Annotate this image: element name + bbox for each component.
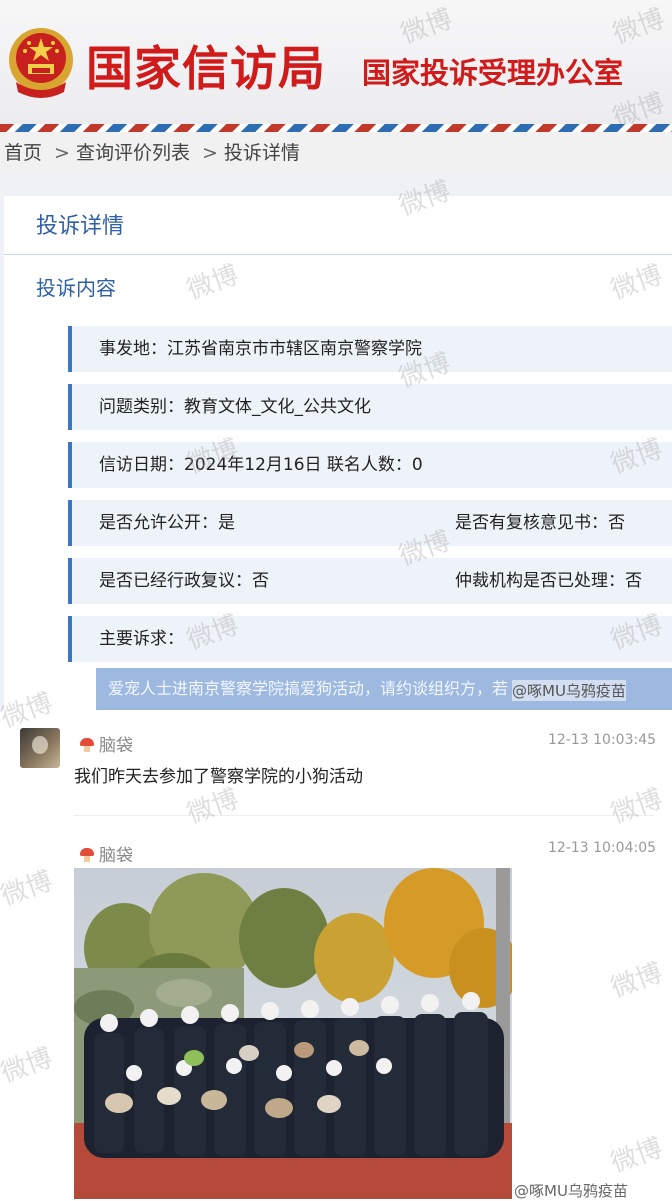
site-title: 国家信访局 xyxy=(86,42,326,97)
comment-time: 12-13 10:04:05 xyxy=(548,840,657,856)
mushroom-icon xyxy=(80,848,94,862)
comment-author[interactable]: 脑袋 xyxy=(80,731,133,756)
row-label: 信访日期：2024年12月16日 联名人数：0 xyxy=(99,455,423,475)
watermark: 微博 xyxy=(397,3,457,50)
comment-photo[interactable] xyxy=(74,868,512,1199)
comment-divider xyxy=(74,815,654,816)
detail-row-public: 是否允许公开：是 是否有复核意见书：否 xyxy=(68,500,672,546)
detail-row-location: 事发地：江苏省南京市市辖区南京警察学院 xyxy=(68,326,672,372)
comment-author-name: 脑袋 xyxy=(99,736,133,756)
watermark: 微博 xyxy=(609,3,669,50)
row-right-label: 仲裁机构是否已处理：否 xyxy=(455,571,642,591)
comment-author[interactable]: 脑袋 xyxy=(80,841,133,866)
breadcrumb: 首页 > 查询评价列表 > 投诉详情 xyxy=(0,132,672,174)
row-label: 主要诉求： xyxy=(99,629,184,649)
header-stripe xyxy=(0,124,672,132)
row-label: 是否允许公开：是 xyxy=(99,513,235,533)
detail-row-date: 信访日期：2024年12月16日 联名人数：0 xyxy=(68,442,672,488)
breadcrumb-separator: > xyxy=(54,142,70,164)
comment-time: 12-13 10:03:45 xyxy=(548,732,657,748)
detail-row-claim: 主要诉求： xyxy=(68,616,672,662)
card-title: 投诉详情 xyxy=(36,214,125,239)
site-subtitle: 国家投诉受理办公室 xyxy=(362,56,624,90)
section-title: 投诉内容 xyxy=(36,276,116,300)
watermark-handle: @啄MU乌鸦疫苗 xyxy=(514,1182,628,1200)
watermark-handle: @啄MU乌鸦疫苗 xyxy=(512,680,626,701)
breadcrumb-home[interactable]: 首页 xyxy=(4,142,42,164)
breadcrumb-list[interactable]: 查询评价列表 xyxy=(76,142,190,164)
row-right-label: 是否有复核意见书：否 xyxy=(455,513,625,533)
comment-text: 我们昨天去参加了警察学院的小狗活动 xyxy=(74,767,363,787)
mushroom-icon xyxy=(80,738,94,752)
national-emblem-icon xyxy=(9,28,73,98)
row-label: 问题类别：教育文体_文化_公共文化 xyxy=(99,397,371,417)
site-header: 国家信访局 国家投诉受理办公室 微博 微博 微博 xyxy=(0,0,672,125)
group-photo-image xyxy=(74,868,512,1199)
breadcrumb-current: 投诉详情 xyxy=(223,142,300,164)
row-label: 事发地：江苏省南京市市辖区南京警察学院 xyxy=(99,339,422,359)
detail-row-category: 问题类别：教育文体_文化_公共文化 xyxy=(68,384,672,430)
comment-author-name: 脑袋 xyxy=(99,846,133,866)
row-label: 是否已经行政复议：否 xyxy=(99,571,269,591)
avatar[interactable] xyxy=(20,728,60,768)
detail-row-review: 是否已经行政复议：否 仲裁机构是否已处理：否 xyxy=(68,558,672,604)
breadcrumb-separator: > xyxy=(201,142,218,164)
